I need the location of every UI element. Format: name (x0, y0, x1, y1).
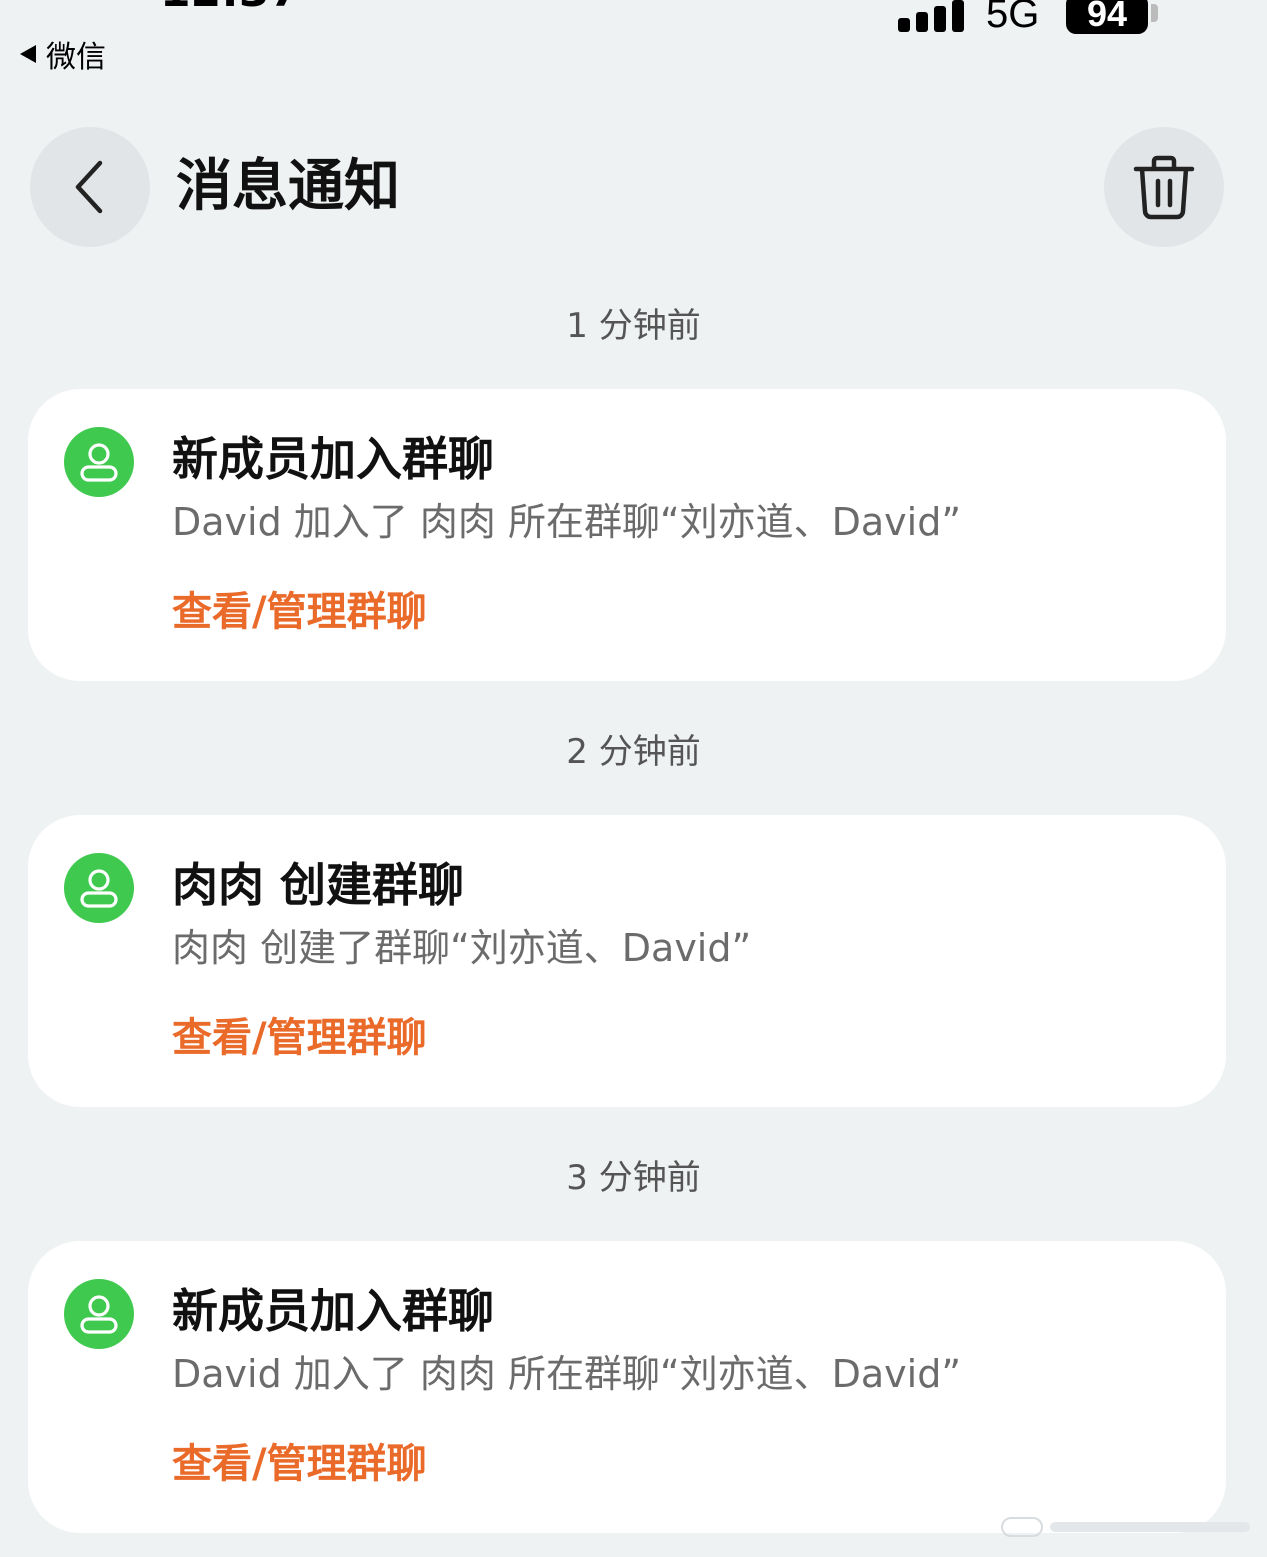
chevron-left-icon (75, 160, 103, 214)
back-app-label: 微信 (46, 40, 106, 75)
notification-time: 3 分钟前 (566, 1158, 701, 1198)
user-icon (80, 869, 118, 908)
manage-group-link[interactable]: 查看/管理群聊 (172, 587, 427, 637)
notification-card: 新成员加入群聊 David 加入了 肉肉 所在群聊“刘亦道、David” 查看/… (28, 1241, 1226, 1533)
watermark-icon (1001, 1517, 1250, 1537)
back-button[interactable] (30, 127, 150, 247)
battery-icon: 94 (1066, 0, 1148, 34)
back-to-app-link[interactable]: 微信 (20, 32, 106, 76)
status-bar: 12:37 微信 5G 94 (0, 0, 1267, 80)
notification-description: 肉肉 创建了群聊“刘亦道、David” (172, 926, 752, 970)
notification-description: David 加入了 肉肉 所在群聊“刘亦道、David” (172, 1352, 962, 1396)
trash-icon (1133, 155, 1195, 220)
notification-title: 新成员加入群聊 (172, 432, 494, 486)
user-icon (80, 443, 118, 482)
notification-description: David 加入了 肉肉 所在群聊“刘亦道、David” (172, 500, 962, 544)
page-title: 消息通知 (176, 154, 400, 219)
avatar (64, 427, 134, 497)
avatar (64, 1279, 134, 1349)
battery-cap (1151, 4, 1158, 22)
manage-group-link[interactable]: 查看/管理群聊 (172, 1439, 427, 1489)
user-icon (80, 1295, 118, 1334)
notification-title: 肉肉 创建群聊 (172, 858, 465, 912)
delete-button[interactable] (1104, 127, 1224, 247)
manage-group-link[interactable]: 查看/管理群聊 (172, 1013, 427, 1063)
signal-icon (898, 0, 964, 32)
notification-card: 新成员加入群聊 David 加入了 肉肉 所在群聊“刘亦道、David” 查看/… (28, 389, 1226, 681)
status-time: 12:37 (160, 0, 300, 14)
notification-title: 新成员加入群聊 (172, 1284, 494, 1338)
back-triangle-icon (20, 45, 36, 63)
notification-card: 肉肉 创建群聊 肉肉 创建了群聊“刘亦道、David” 查看/管理群聊 (28, 815, 1226, 1107)
notification-time: 1 分钟前 (566, 306, 701, 346)
avatar (64, 853, 134, 923)
network-type: 5G (986, 0, 1040, 36)
notification-time: 2 分钟前 (566, 732, 701, 772)
